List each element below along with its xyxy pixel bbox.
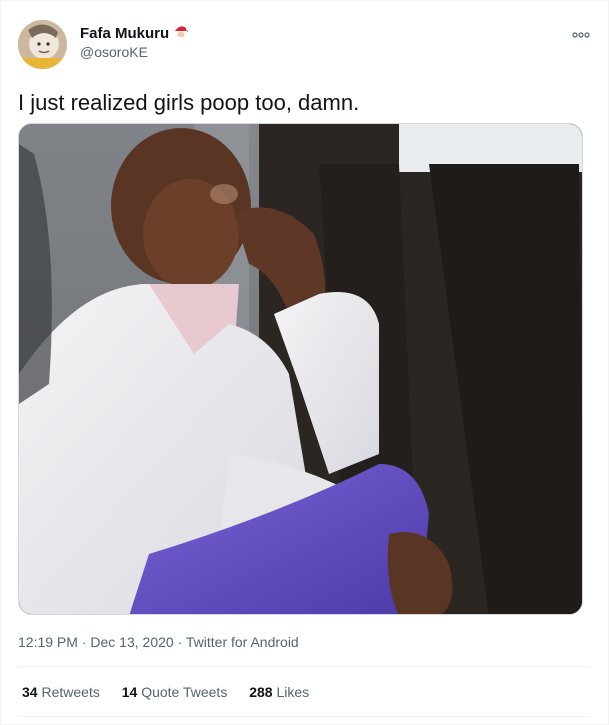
quote-tweets-stat[interactable]: 14 Quote Tweets bbox=[122, 683, 228, 701]
likes-label: Likes bbox=[276, 684, 310, 700]
tweet-text: I just realized girls poop too, damn. bbox=[18, 90, 360, 115]
retweets-label: Retweets bbox=[41, 684, 100, 700]
tweet-stats: 34 Retweets 14 Quote Tweets 288 Likes bbox=[22, 683, 327, 701]
tweet-meta: 12:19 PM · Dec 13, 2020 · Twitter for An… bbox=[18, 633, 299, 651]
meta-separator: · bbox=[177, 634, 183, 650]
likes-count: 288 bbox=[249, 684, 273, 700]
meta-separator: · bbox=[81, 634, 87, 650]
retweets-stat[interactable]: 34 Retweets bbox=[22, 683, 100, 701]
tweet-source[interactable]: Twitter for Android bbox=[186, 634, 299, 650]
avatar[interactable] bbox=[18, 20, 67, 69]
author-name-text[interactable]: Fafa Mukuru bbox=[80, 25, 169, 42]
author-name[interactable]: Fafa Mukuru bbox=[80, 23, 190, 46]
tweet-card: Fafa Mukuru @osoroKE I just realized gir… bbox=[0, 0, 609, 725]
santa-emoji-icon bbox=[172, 23, 190, 46]
author-handle[interactable]: @osoroKE bbox=[80, 44, 148, 61]
retweets-count: 34 bbox=[22, 684, 38, 700]
likes-stat[interactable]: 288 Likes bbox=[249, 683, 309, 701]
tweet-date[interactable]: Dec 13, 2020 bbox=[90, 634, 173, 650]
quote-tweets-count: 14 bbox=[121, 684, 138, 700]
more-options-icon[interactable] bbox=[572, 27, 590, 38]
tweet-media-image[interactable] bbox=[18, 123, 583, 615]
divider bbox=[18, 666, 591, 667]
tweet-time[interactable]: 12:19 PM bbox=[18, 634, 78, 650]
divider bbox=[18, 716, 591, 717]
quote-tweets-label: Quote Tweets bbox=[141, 684, 228, 700]
